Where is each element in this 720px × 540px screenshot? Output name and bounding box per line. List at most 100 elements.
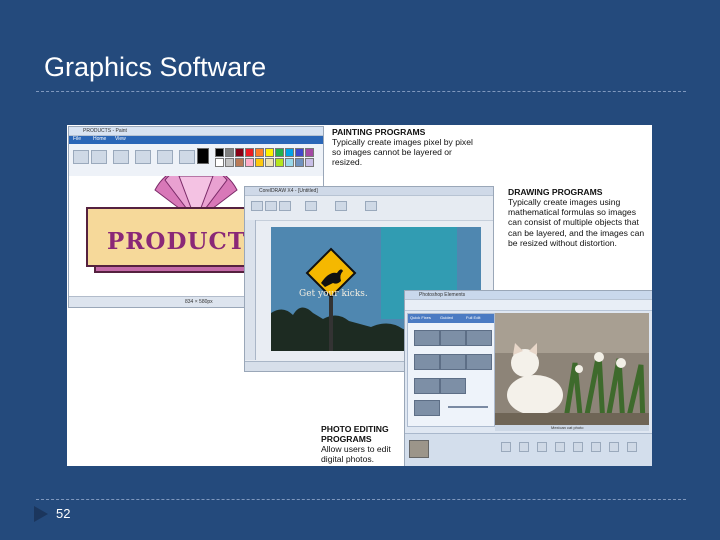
effect-slider[interactable]	[448, 406, 488, 408]
project-bin	[405, 433, 652, 466]
photo-caption-bar: Mexican cat photo	[495, 425, 649, 431]
paint-tab-view[interactable]: View	[115, 136, 126, 142]
color-swatch[interactable]	[225, 148, 234, 157]
bin-action-icon[interactable]	[573, 442, 583, 452]
color-swatch[interactable]	[295, 158, 304, 167]
color-swatch[interactable]	[305, 158, 314, 167]
open-tool[interactable]	[265, 201, 277, 211]
photo-menubar	[405, 300, 652, 311]
bin-action-icon[interactable]	[537, 442, 547, 452]
color-swatch[interactable]	[295, 148, 304, 157]
paint-tab-home[interactable]: Home	[93, 136, 106, 142]
bin-action-icon[interactable]	[519, 442, 529, 452]
effect-thumb[interactable]	[414, 400, 440, 416]
effect-thumb[interactable]	[440, 330, 466, 346]
effect-thumb[interactable]	[414, 330, 440, 346]
drawing-toolbox	[245, 220, 256, 360]
paint-tab-file[interactable]: File	[73, 136, 81, 142]
logo-text: PRODUCTS	[107, 228, 264, 255]
paint-ribbon	[69, 144, 323, 177]
bin-action-icon[interactable]	[609, 442, 619, 452]
flower	[616, 358, 626, 368]
bin-action-icon[interactable]	[555, 442, 565, 452]
photo-window-title: Photoshop Elements	[419, 292, 466, 298]
title-divider	[36, 91, 686, 92]
tab-quick-fixes[interactable]: Quick Fixes	[410, 315, 431, 320]
poster-text: Get your kicks.	[299, 289, 368, 299]
color-swatch[interactable]	[255, 148, 264, 157]
save-tool[interactable]	[279, 201, 291, 211]
flower	[594, 352, 604, 362]
color-swatch[interactable]	[265, 158, 274, 167]
text-tool[interactable]	[365, 201, 377, 211]
sign-post	[329, 297, 333, 351]
color-swatch[interactable]	[225, 158, 234, 167]
color1-tool[interactable]	[197, 148, 209, 164]
cat-photo	[495, 313, 649, 425]
color-palette	[215, 148, 315, 168]
photo-panel: Quick Fixes Guided Full Edit	[407, 313, 495, 427]
slide-title: Graphics Software	[44, 52, 267, 82]
size-tool[interactable]	[179, 150, 195, 164]
drawing-body: Typically create images using mathematic…	[508, 197, 645, 248]
cat-body	[507, 375, 563, 415]
color-swatch[interactable]	[245, 158, 254, 167]
cut-tool[interactable]	[91, 150, 107, 164]
color-swatch[interactable]	[235, 158, 244, 167]
tab-guided[interactable]: Guided	[440, 315, 453, 320]
photo-caption: PHOTO EDITING PROGRAMS Allow users to ed…	[321, 424, 401, 465]
software-figure: PRODUCTS - Paint File Home View PRODUCTS…	[67, 125, 652, 466]
bin-thumbnail[interactable]	[409, 440, 429, 458]
color-swatch[interactable]	[245, 148, 254, 157]
photo-titlebar: Photoshop Elements	[405, 291, 652, 300]
paint-tab-row: File Home View	[69, 136, 323, 144]
footer-divider	[36, 499, 686, 500]
bin-action-icon[interactable]	[627, 442, 637, 452]
paint-status-size: 834 × 580px	[185, 299, 213, 305]
painting-caption: PAINTING PROGRAMS Typically create image…	[332, 127, 482, 168]
color-swatch[interactable]	[235, 148, 244, 157]
effect-thumb[interactable]	[440, 378, 466, 394]
brush-tool[interactable]	[135, 150, 151, 164]
photo-tabs: Quick Fixes Guided Full Edit	[408, 314, 494, 323]
color-swatch[interactable]	[285, 148, 294, 157]
new-tool[interactable]	[251, 201, 263, 211]
color-swatch[interactable]	[265, 148, 274, 157]
photo-body: Allow users to edit digital photos.	[321, 444, 391, 465]
photo-canvas[interactable]	[495, 313, 649, 425]
color-swatch[interactable]	[285, 158, 294, 167]
align-tool[interactable]	[335, 201, 347, 211]
color-swatch[interactable]	[305, 148, 314, 157]
shapes-tool[interactable]	[157, 150, 173, 164]
bin-action-icon[interactable]	[501, 442, 511, 452]
color-swatch[interactable]	[215, 158, 224, 167]
photo-caption-text: Mexican cat photo	[551, 425, 584, 430]
color-swatch[interactable]	[275, 158, 284, 167]
select-tool[interactable]	[113, 150, 129, 164]
effect-thumb[interactable]	[466, 354, 492, 370]
effect-thumb[interactable]	[414, 354, 440, 370]
drawing-toolbar	[245, 196, 493, 221]
paste-tool[interactable]	[73, 150, 89, 164]
bin-action-icon[interactable]	[591, 442, 601, 452]
paint-titlebar: PRODUCTS - Paint	[69, 127, 323, 136]
color-swatch[interactable]	[275, 148, 284, 157]
effect-thumb[interactable]	[414, 378, 440, 394]
photo-heading: PHOTO EDITING PROGRAMS	[321, 424, 389, 445]
page-number: 52	[56, 506, 71, 521]
drawing-caption: DRAWING PROGRAMS Typically create images…	[508, 187, 652, 248]
zoom-tool[interactable]	[305, 201, 317, 211]
painting-body: Typically create images pixel by pixel s…	[332, 137, 473, 168]
painting-heading: PAINTING PROGRAMS	[332, 127, 426, 137]
photo-window: Photoshop Elements Quick Fixes Guided Fu…	[404, 290, 652, 466]
color-swatch[interactable]	[215, 148, 224, 157]
drawing-window-title: CorelDRAW X4 - [Untitled]	[259, 188, 318, 194]
ground	[495, 413, 649, 425]
footer-arrow-icon	[34, 506, 48, 522]
effect-thumb[interactable]	[466, 330, 492, 346]
color-swatch[interactable]	[255, 158, 264, 167]
effect-thumb[interactable]	[440, 354, 466, 370]
tab-full-edit[interactable]: Full Edit	[466, 315, 480, 320]
drawing-heading: DRAWING PROGRAMS	[508, 187, 603, 197]
drawing-titlebar: CorelDRAW X4 - [Untitled]	[245, 187, 493, 196]
